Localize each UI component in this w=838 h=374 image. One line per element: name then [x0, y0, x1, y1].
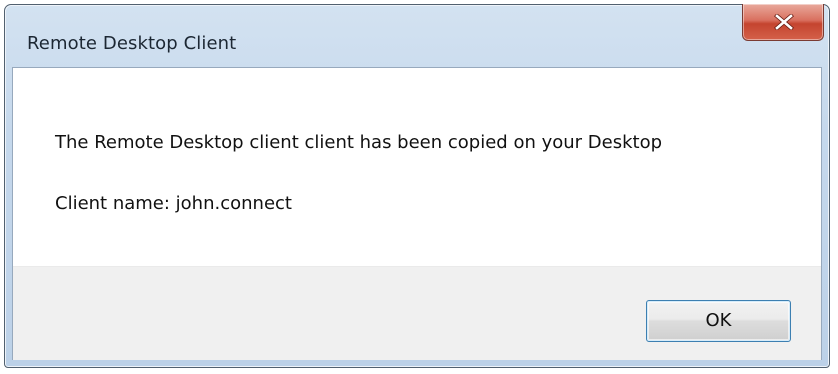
close-button[interactable]: [742, 4, 824, 41]
client-name-text: Client name: john.connect: [55, 193, 292, 214]
ok-button[interactable]: OK: [646, 300, 791, 342]
window-title: Remote Desktop Client: [27, 33, 237, 54]
dialog-body: The Remote Desktop client client has bee…: [12, 67, 822, 360]
button-bar: OK: [13, 266, 821, 360]
dialog-window: Remote Desktop Client The Remote Desktop…: [4, 4, 830, 368]
message-text: The Remote Desktop client client has bee…: [55, 132, 663, 153]
title-bar[interactable]: Remote Desktop Client: [5, 4, 829, 67]
close-x-icon: [774, 14, 794, 30]
